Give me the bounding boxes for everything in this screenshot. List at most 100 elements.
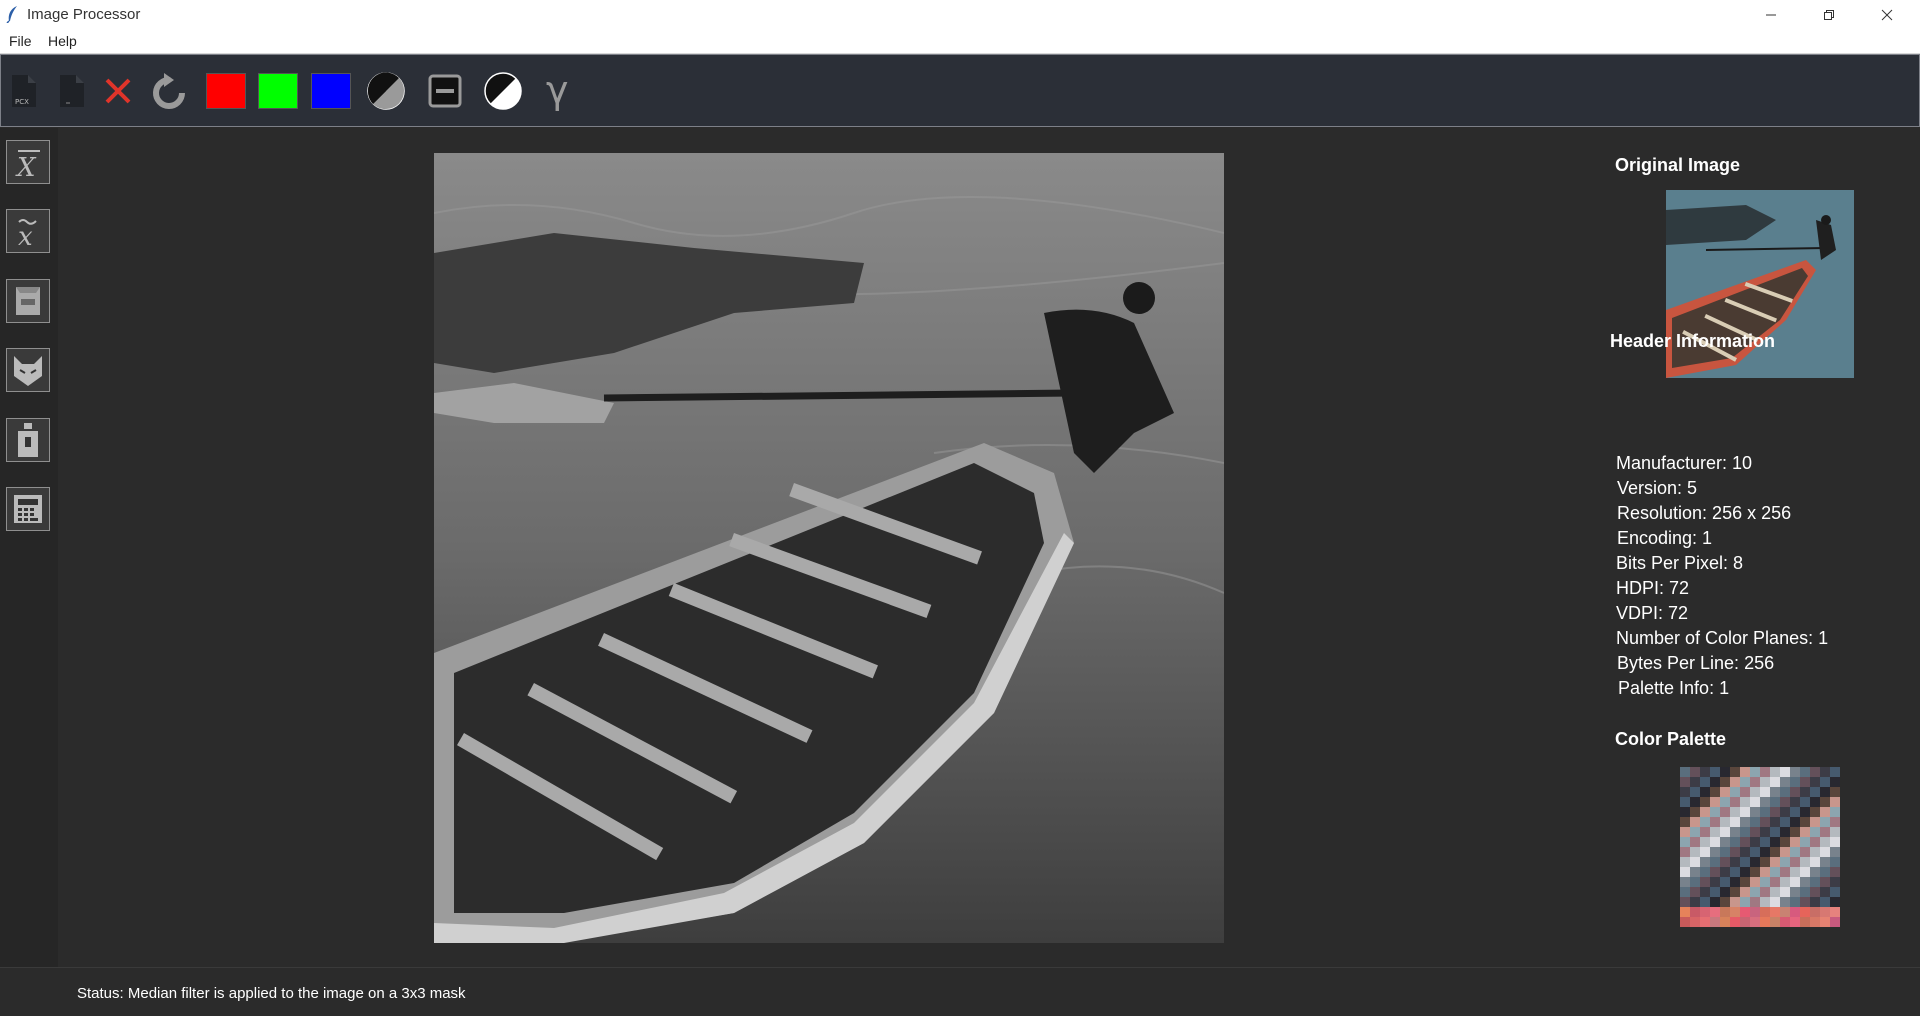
palette-swatch: [1800, 817, 1810, 827]
green-channel-button[interactable]: [258, 73, 298, 109]
palette-swatch: [1710, 887, 1720, 897]
palette-swatch: [1690, 807, 1700, 817]
palette-swatch: [1750, 777, 1760, 787]
palette-swatch: [1780, 807, 1790, 817]
color-palette-title: Color Palette: [1615, 729, 1727, 749]
palette-swatch: [1690, 817, 1700, 827]
feather-icon: [6, 5, 20, 26]
palette-swatch: [1760, 837, 1770, 847]
minimize-button[interactable]: [1748, 0, 1794, 29]
palette-swatch: [1810, 767, 1820, 777]
palette-swatch: [1780, 797, 1790, 807]
laplacian-icon[interactable]: [6, 279, 50, 323]
negative-icon[interactable]: [482, 70, 524, 112]
calculator-icon[interactable]: [6, 487, 50, 531]
palette-swatch: [1720, 827, 1730, 837]
palette-swatch: [1730, 917, 1740, 927]
reset-icon[interactable]: [149, 70, 191, 112]
grayscale-icon[interactable]: [365, 70, 407, 112]
red-channel-button[interactable]: [206, 73, 246, 109]
blue-channel-button[interactable]: [311, 73, 351, 109]
palette-swatch: [1810, 797, 1820, 807]
palette-swatch: [1790, 787, 1800, 797]
palette-swatch: [1730, 817, 1740, 827]
palette-swatch: [1740, 887, 1750, 897]
palette-swatch: [1730, 787, 1740, 797]
palette-swatch: [1720, 887, 1730, 897]
palette-swatch: [1800, 877, 1810, 887]
palette-swatch: [1820, 797, 1830, 807]
palette-swatch: [1700, 907, 1710, 917]
bottle-icon[interactable]: [6, 418, 50, 462]
palette-swatch: [1730, 907, 1740, 917]
palette-swatch: [1810, 917, 1820, 927]
palette-swatch: [1820, 817, 1830, 827]
palette-swatch: [1740, 907, 1750, 917]
palette-swatch: [1690, 847, 1700, 857]
svg-text:X: X: [15, 153, 37, 180]
palette-swatch: [1740, 837, 1750, 847]
close-window-button[interactable]: [1864, 0, 1910, 29]
palette-swatch: [1800, 847, 1810, 857]
palette-swatch: [1720, 787, 1730, 797]
palette-swatch: [1700, 827, 1710, 837]
palette-swatch: [1730, 827, 1740, 837]
mean-filter-icon[interactable]: X: [6, 140, 50, 184]
gamma-icon[interactable]: γ: [539, 70, 581, 112]
palette-swatch: [1810, 907, 1820, 917]
median-filter-icon[interactable]: x: [6, 209, 50, 253]
palette-swatch: [1750, 867, 1760, 877]
palette-swatch: [1820, 767, 1830, 777]
palette-swatch: [1830, 867, 1840, 877]
header-manufacturer: Manufacturer: 10: [1616, 453, 1753, 473]
palette-swatch: [1680, 867, 1690, 877]
menu-help[interactable]: Help: [48, 33, 77, 49]
menu-bar: File Help: [0, 29, 1920, 54]
palette-swatch: [1740, 767, 1750, 777]
palette-swatch: [1790, 807, 1800, 817]
palette-swatch: [1700, 877, 1710, 887]
palette-swatch: [1700, 777, 1710, 787]
palette-swatch: [1830, 897, 1840, 907]
palette-swatch: [1810, 877, 1820, 887]
palette-swatch: [1820, 847, 1830, 857]
palette-swatch: [1830, 857, 1840, 867]
threshold-icon[interactable]: [424, 70, 466, 112]
restore-button[interactable]: [1806, 0, 1852, 29]
palette-swatch: [1720, 847, 1730, 857]
palette-swatch: [1770, 847, 1780, 857]
palette-swatch: [1700, 807, 1710, 817]
palette-swatch: [1690, 797, 1700, 807]
palette-swatch: [1680, 857, 1690, 867]
open-pcx-icon[interactable]: PCX: [3, 70, 45, 112]
palette-swatch: [1720, 867, 1730, 877]
palette-swatch: [1730, 807, 1740, 817]
palette-swatch: [1780, 777, 1790, 787]
palette-swatch: [1830, 767, 1840, 777]
palette-swatch: [1730, 877, 1740, 887]
palette-swatch: [1790, 847, 1800, 857]
menu-file[interactable]: File: [9, 33, 32, 49]
palette-swatch: [1750, 787, 1760, 797]
header-version: Version: 5: [1617, 478, 1698, 498]
palette-swatch: [1740, 807, 1750, 817]
palette-swatch: [1820, 827, 1830, 837]
palette-swatch: [1830, 827, 1840, 837]
palette-swatch: [1720, 817, 1730, 827]
palette-swatch: [1710, 877, 1720, 887]
palette-swatch: [1710, 767, 1720, 777]
cat-icon[interactable]: [6, 348, 50, 392]
palette-swatch: [1680, 787, 1690, 797]
palette-swatch: [1830, 837, 1840, 847]
palette-swatch: [1730, 767, 1740, 777]
palette-swatch: [1730, 847, 1740, 857]
close-image-icon[interactable]: [97, 70, 139, 112]
header-hdpi: HDPI: 72: [1616, 578, 1690, 598]
palette-swatch: [1800, 827, 1810, 837]
palette-swatch: [1690, 877, 1700, 887]
palette-swatch: [1820, 857, 1830, 867]
palette-swatch: [1760, 767, 1770, 777]
processed-image[interactable]: [434, 153, 1224, 943]
new-file-icon[interactable]: [51, 70, 93, 112]
palette-swatch: [1710, 797, 1720, 807]
